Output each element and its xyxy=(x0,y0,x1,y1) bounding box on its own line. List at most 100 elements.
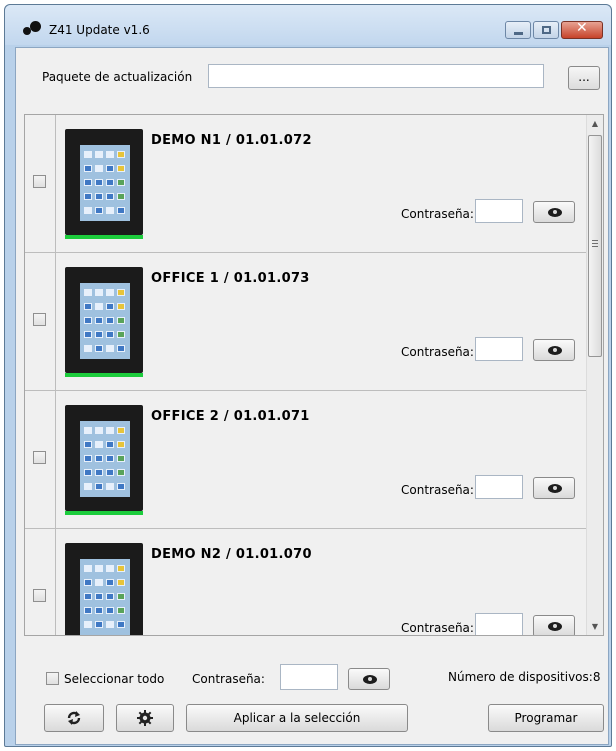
screen-tile xyxy=(95,455,103,462)
browse-package-button[interactable]: ... xyxy=(568,66,600,90)
device-select-checkbox[interactable] xyxy=(33,175,46,188)
screen-tile xyxy=(117,427,125,434)
minimize-icon xyxy=(514,32,523,35)
screen-tile xyxy=(117,303,125,310)
settings-button[interactable] xyxy=(116,704,174,732)
device-row[interactable]: OFFICE 1 / 01.01.073 Contraseña: xyxy=(25,253,587,391)
screen-tile xyxy=(117,565,125,572)
device-row[interactable]: DEMO N1 / 01.01.072 Contraseña: xyxy=(25,115,587,253)
screen-tile xyxy=(117,441,125,448)
device-password-input[interactable] xyxy=(475,475,523,499)
device-select-checkbox[interactable] xyxy=(33,589,46,602)
row-checkbox-cell xyxy=(25,115,56,252)
screen-tile xyxy=(95,193,103,200)
show-password-button[interactable] xyxy=(533,477,575,499)
screen-tile xyxy=(117,193,125,200)
screen-tile xyxy=(117,345,125,352)
screen-tile xyxy=(84,165,92,172)
show-password-button[interactable] xyxy=(533,339,575,361)
screen-tile xyxy=(84,345,92,352)
close-button[interactable]: ✕ xyxy=(561,20,603,39)
eye-icon xyxy=(548,484,562,493)
apply-to-selection-button[interactable]: Aplicar a la selección xyxy=(186,704,408,732)
device-password-input[interactable] xyxy=(475,613,523,635)
screen-tile xyxy=(106,579,114,586)
global-password-input[interactable] xyxy=(280,664,338,690)
screen-tile xyxy=(106,345,114,352)
screen-tile xyxy=(106,469,114,476)
device-select-checkbox[interactable] xyxy=(33,451,46,464)
screen-tile xyxy=(84,579,92,586)
screen-tile xyxy=(84,427,92,434)
screen-tile xyxy=(84,303,92,310)
device-list-scrollbar[interactable]: ▲ ▼ xyxy=(586,115,603,635)
device-row[interactable]: OFFICE 2 / 01.01.071 Contraseña: xyxy=(25,391,587,529)
screen-tile xyxy=(106,289,114,296)
screen-tile xyxy=(106,593,114,600)
screen-tile xyxy=(117,593,125,600)
device-screen-preview xyxy=(80,145,130,221)
title-bar[interactable]: Z41 Update v1.6 ✕ xyxy=(5,5,611,45)
refresh-button[interactable] xyxy=(44,704,104,732)
package-path-input[interactable] xyxy=(208,64,544,88)
device-password-input[interactable] xyxy=(475,199,523,223)
minimize-button[interactable] xyxy=(505,21,531,39)
device-screen-preview xyxy=(80,559,130,635)
device-status-bar xyxy=(65,373,143,377)
program-button[interactable]: Programar xyxy=(488,704,604,732)
device-thumbnail xyxy=(65,405,143,515)
screen-tile xyxy=(95,483,103,490)
screen-tile xyxy=(106,483,114,490)
screen-tile xyxy=(84,483,92,490)
global-show-password-button[interactable] xyxy=(348,668,390,690)
screen-tile xyxy=(84,151,92,158)
screen-tile xyxy=(106,193,114,200)
screen-tile xyxy=(84,593,92,600)
eye-icon xyxy=(363,675,377,684)
screen-tile xyxy=(95,331,103,338)
screen-tile xyxy=(95,593,103,600)
screen-tile xyxy=(95,345,103,352)
row-checkbox-cell xyxy=(25,253,56,390)
screen-tile xyxy=(95,441,103,448)
screen-tile xyxy=(106,207,114,214)
device-select-checkbox[interactable] xyxy=(33,313,46,326)
screen-tile xyxy=(117,317,125,324)
screen-tile xyxy=(106,317,114,324)
screen-tile xyxy=(117,207,125,214)
device-password-label: Contraseña: xyxy=(401,621,474,635)
device-password-input[interactable] xyxy=(475,337,523,361)
show-password-button[interactable] xyxy=(533,201,575,223)
scroll-up-button[interactable]: ▲ xyxy=(587,115,603,132)
screen-tile xyxy=(95,469,103,476)
package-label: Paquete de actualización xyxy=(42,70,193,84)
screen-tile xyxy=(106,607,114,614)
screen-tile xyxy=(106,165,114,172)
screen-tile xyxy=(106,621,114,628)
device-list[interactable]: DEMO N2 / 01.01.070 Contraseña: OFFICE 2 /… xyxy=(24,114,604,636)
device-thumbnail xyxy=(65,129,143,239)
screen-tile xyxy=(106,151,114,158)
screen-tile xyxy=(95,207,103,214)
maximize-button[interactable] xyxy=(533,21,559,39)
select-all-label[interactable]: Seleccionar todo xyxy=(64,672,164,686)
screen-tile xyxy=(95,151,103,158)
device-password-label: Contraseña: xyxy=(401,207,474,221)
screen-tile xyxy=(106,427,114,434)
screen-tile xyxy=(117,331,125,338)
device-name: OFFICE 2 / 01.01.071 xyxy=(151,409,310,424)
eye-icon xyxy=(548,208,562,217)
global-password-label: Contraseña: xyxy=(192,672,265,686)
app-window: Z41 Update v1.6 ✕ Paquete de actualizaci… xyxy=(4,4,612,747)
select-all-checkbox[interactable] xyxy=(46,672,59,685)
device-name: OFFICE 1 / 01.01.073 xyxy=(151,271,310,286)
screen-tile xyxy=(95,579,103,586)
screen-tile xyxy=(117,621,125,628)
scroll-thumb[interactable] xyxy=(588,135,602,357)
device-name: DEMO N2 / 01.01.070 xyxy=(151,547,312,562)
show-password-button[interactable] xyxy=(533,615,575,635)
scroll-grip-icon xyxy=(592,240,598,247)
scroll-down-button[interactable]: ▼ xyxy=(587,618,603,635)
device-row[interactable]: DEMO N2 / 01.01.070 Contraseña: xyxy=(25,529,587,635)
screen-tile xyxy=(117,151,125,158)
